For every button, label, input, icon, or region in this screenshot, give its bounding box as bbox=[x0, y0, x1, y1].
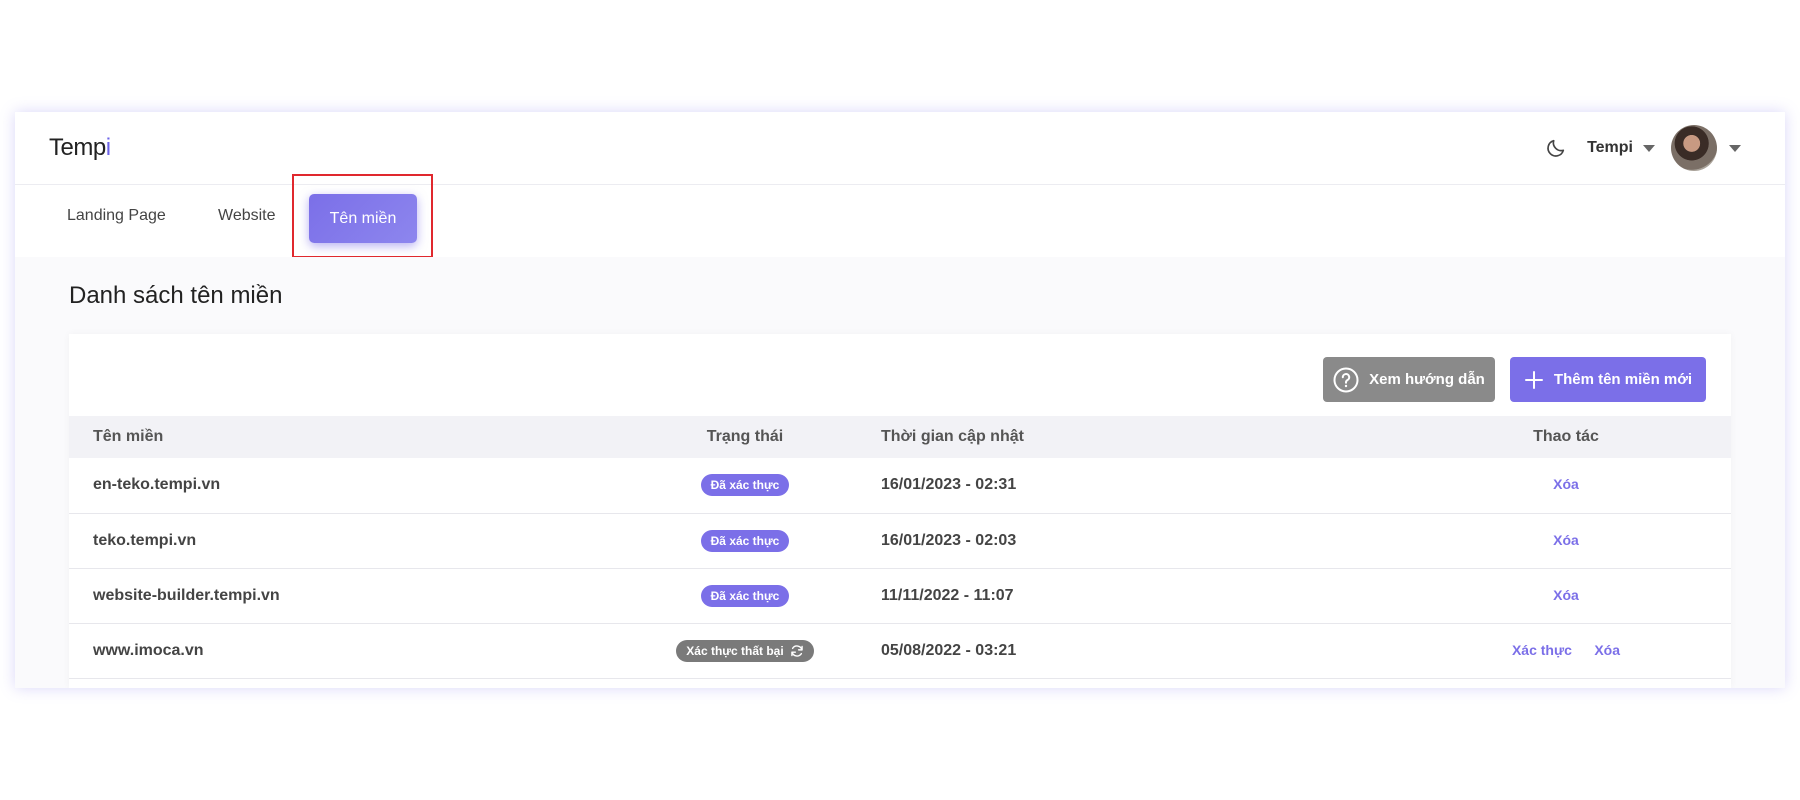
verify-link[interactable]: Xác thực bbox=[1512, 642, 1572, 658]
app-frame: Tempi Tempi Landing Page Website Tên miề… bbox=[15, 112, 1785, 688]
domain-table: Tên miền Trạng thái Thời gian cập nhật T… bbox=[69, 416, 1731, 679]
domain-list-card: Xem hướng dẫn Thêm tên miền mới Tên miền… bbox=[69, 334, 1731, 688]
delete-link[interactable]: Xóa bbox=[1553, 476, 1579, 492]
refresh-icon[interactable] bbox=[790, 644, 804, 658]
updated-time: 16/01/2023 - 02:03 bbox=[881, 513, 1401, 569]
table-row: www.imoca.vn Xác thực thất bại 05/08/202… bbox=[69, 623, 1731, 679]
status-badge: Đã xác thực bbox=[700, 584, 790, 607]
updated-time: 16/01/2023 - 02:31 bbox=[881, 458, 1401, 514]
user-menu[interactable]: Tempi bbox=[1587, 139, 1655, 157]
tabs-bar: Landing Page Website bbox=[15, 185, 1785, 257]
updated-time: 11/11/2022 - 11:07 bbox=[881, 568, 1401, 624]
table-row: teko.tempi.vn Đã xác thực 16/01/2023 - 0… bbox=[69, 513, 1731, 569]
domain-name: teko.tempi.vn bbox=[69, 513, 609, 569]
column-header-updated: Thời gian cập nhật bbox=[881, 416, 1401, 458]
delete-link[interactable]: Xóa bbox=[1553, 587, 1579, 603]
column-header-domain: Tên miền bbox=[69, 416, 609, 458]
table-row: website-builder.tempi.vn Đã xác thực 11/… bbox=[69, 568, 1731, 624]
tab-domains[interactable]: Tên miền bbox=[309, 194, 417, 243]
domain-name: en-teko.tempi.vn bbox=[69, 458, 609, 514]
logo-accent: i bbox=[105, 134, 111, 161]
moon-icon[interactable] bbox=[1543, 135, 1569, 161]
column-header-status: Trạng thái bbox=[609, 416, 881, 458]
tab-landing-page[interactable]: Landing Page bbox=[67, 207, 166, 225]
status-badge: Đã xác thực bbox=[700, 474, 790, 497]
delete-link[interactable]: Xóa bbox=[1553, 532, 1579, 548]
add-domain-button[interactable]: Thêm tên miền mới bbox=[1510, 357, 1706, 402]
user-name: Tempi bbox=[1587, 139, 1633, 156]
table-header-row: Tên miền Trạng thái Thời gian cập nhật T… bbox=[69, 416, 1731, 458]
column-header-actions: Thao tác bbox=[1401, 416, 1731, 458]
domain-name: www.imoca.vn bbox=[69, 623, 609, 679]
logo[interactable]: Tempi bbox=[49, 134, 111, 162]
tab-website[interactable]: Website bbox=[218, 207, 276, 225]
domain-name: website-builder.tempi.vn bbox=[69, 568, 609, 624]
logo-text: Temp bbox=[49, 134, 106, 161]
avatar[interactable] bbox=[1671, 125, 1717, 171]
plus-icon bbox=[1524, 370, 1544, 390]
page-title: Danh sách tên miền bbox=[69, 282, 283, 309]
delete-link[interactable]: Xóa bbox=[1594, 642, 1620, 658]
header-actions: Tempi bbox=[1543, 124, 1741, 172]
chevron-down-icon bbox=[1643, 144, 1655, 152]
guide-button-label: Xem hướng dẫn bbox=[1369, 371, 1485, 388]
status-badge-label: Xác thực thất bại bbox=[686, 643, 784, 658]
status-badge: Đã xác thực bbox=[700, 529, 790, 552]
guide-button[interactable]: Xem hướng dẫn bbox=[1323, 357, 1495, 402]
top-header: Tempi Tempi bbox=[15, 112, 1785, 185]
status-badge: Xác thực thất bại bbox=[676, 639, 814, 662]
updated-time: 05/08/2022 - 03:21 bbox=[881, 623, 1401, 679]
table-row: en-teko.tempi.vn Đã xác thực 16/01/2023 … bbox=[69, 458, 1731, 514]
question-circle-icon bbox=[1333, 367, 1359, 393]
avatar-chevron-down-icon[interactable] bbox=[1729, 144, 1741, 152]
add-domain-button-label: Thêm tên miền mới bbox=[1553, 371, 1693, 388]
